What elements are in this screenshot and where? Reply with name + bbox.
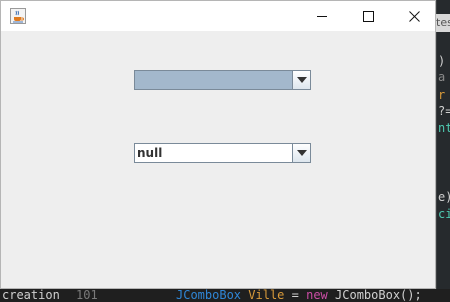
title-bar[interactable] — [1, 1, 435, 31]
combo-box-2[interactable]: null — [134, 143, 311, 163]
close-icon — [408, 10, 420, 22]
line-number: 101 — [76, 289, 98, 302]
ide-code-fragment: creation — [2, 289, 60, 302]
combo-box-2-dropdown-button[interactable] — [292, 144, 310, 162]
code-type: JComboBox — [176, 289, 242, 302]
ide-code-fragment: ?= — [438, 104, 450, 118]
code-text: JComboBox Ville = new JComboBox(); — [176, 289, 422, 302]
chevron-down-icon — [296, 77, 307, 83]
combo-box-1-dropdown-button[interactable] — [292, 71, 310, 89]
code-call: JComboBox(); — [335, 289, 422, 302]
ide-code-fragment: a — [438, 70, 446, 84]
combo-box-1-selected-value[interactable] — [135, 71, 292, 89]
ide-code-fragment: e) — [438, 190, 450, 204]
minimize-icon — [316, 15, 327, 17]
ide-editor-edge — [436, 0, 450, 290]
ide-code-fragment: ci — [438, 207, 450, 221]
close-button[interactable] — [391, 1, 437, 31]
maximize-icon — [362, 10, 374, 22]
code-operator: = — [291, 289, 299, 302]
ide-code-line: creation 101 JComboBox Ville = new JComb… — [0, 289, 450, 302]
combo-box-1[interactable] — [134, 70, 311, 90]
ide-tab-fragment[interactable]: tes — [436, 14, 450, 32]
ide-code-fragment: ) — [438, 54, 446, 68]
ide-code-fragment: r — [438, 88, 446, 102]
java-cup-icon[interactable] — [10, 8, 26, 24]
minimize-button[interactable] — [299, 1, 345, 31]
ide-code-fragment: nt — [438, 121, 450, 135]
maximize-button[interactable] — [345, 1, 391, 31]
code-keyword: new — [306, 289, 328, 302]
code-variable: Ville — [248, 289, 285, 302]
chevron-down-icon — [296, 150, 307, 156]
app-window: null — [0, 0, 436, 289]
combo-box-2-selected-value[interactable]: null — [135, 144, 292, 162]
